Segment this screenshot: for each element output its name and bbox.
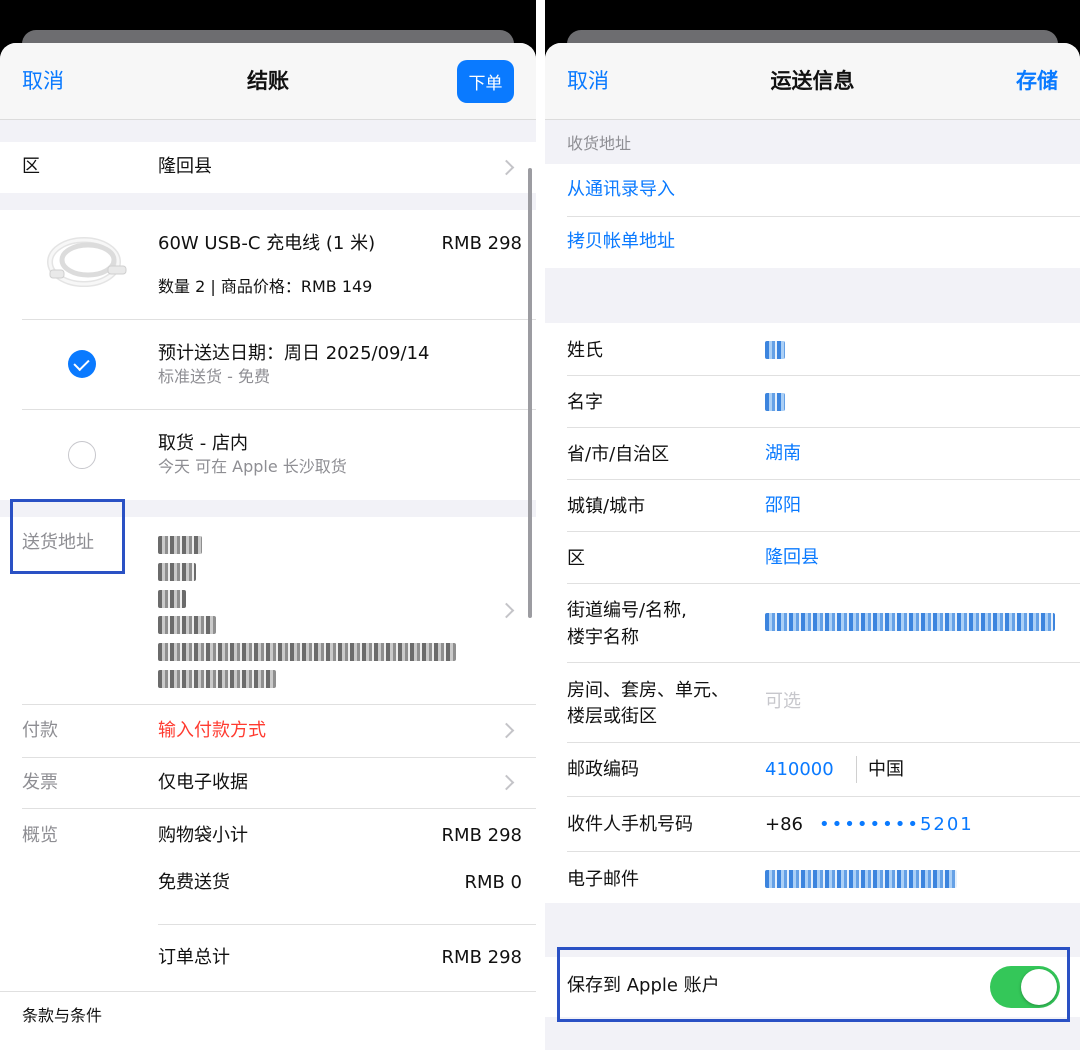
phone-field[interactable]: ••••••••5201 — [819, 812, 974, 838]
scrollbar[interactable] — [528, 168, 532, 618]
redacted-postcode — [158, 670, 276, 688]
shipping-fee-value: RMB 0 — [464, 872, 522, 893]
usb-c-cable-image — [47, 237, 127, 287]
chevron-right-icon — [498, 159, 515, 176]
redacted-name — [158, 536, 202, 554]
email-label: 电子邮件 — [567, 869, 639, 890]
invoice-value: 仅电子收据 — [158, 772, 248, 793]
shipping-nav-bar: 取消 运送信息 存储 — [545, 43, 1080, 120]
pickup-title: 取货 - 店内 — [158, 433, 248, 454]
payment-row[interactable]: 付款 输入付款方式 — [0, 705, 536, 757]
import-section: 从通讯录导入 拷贝帐单地址 — [545, 164, 1080, 268]
shipping-fee-label: 免费送货 — [158, 872, 230, 893]
divider — [567, 796, 1080, 797]
redacted-line — [158, 616, 216, 634]
chevron-right-icon — [498, 602, 515, 619]
divider — [567, 479, 1080, 480]
chevron-right-icon — [498, 722, 515, 739]
city-field[interactable]: 邵阳 — [765, 493, 801, 519]
room-label: 房间、套房、单元、 — [567, 680, 729, 701]
divider — [0, 991, 536, 992]
last-name-field[interactable] — [765, 341, 785, 359]
pickup-option[interactable]: 取货 - 店内 今天 可在 Apple 长沙取货 — [0, 410, 536, 500]
shipping-info-sheet: 取消 运送信息 存储 收货地址 从通讯录导入 拷贝帐单地址 姓氏 名字 省/市/… — [545, 43, 1080, 1050]
redacted-line — [158, 590, 186, 608]
divider — [567, 851, 1080, 852]
country-field[interactable]: 中国 — [868, 757, 904, 783]
district-label: 区 — [22, 156, 40, 177]
highlight-annotation — [10, 499, 125, 574]
divider — [567, 375, 1080, 376]
checkout-nav-bar: 取消 结账 下单 — [0, 43, 536, 120]
product-price: RMB 298 — [441, 233, 522, 254]
payment-label: 付款 — [22, 720, 58, 741]
page-title: 结账 — [247, 69, 289, 93]
total-label: 订单总计 — [158, 947, 230, 968]
standard-delivery-option[interactable]: 预计送达日期：周日 2025/09/14 标准送货 - 免费 — [0, 320, 536, 409]
address-form: 姓氏 名字 省/市/自治区 湖南 城镇/城市 邵阳 区 隆回县 街道编号/名称,… — [545, 323, 1080, 903]
save-button[interactable]: 存储 — [1016, 65, 1058, 97]
redacted-street — [158, 643, 456, 661]
delivery-type: 标准送货 - 免费 — [158, 367, 270, 386]
district-label: 区 — [567, 548, 585, 569]
phone-country-code[interactable]: +86 — [765, 812, 803, 838]
radio-unselected-icon — [68, 441, 96, 469]
invoice-label: 发票 — [22, 772, 58, 793]
order-summary: 概览 购物袋小计 RMB 298 免费送货 RMB 0 订单总计 RMB 298 — [0, 809, 536, 991]
street-field[interactable] — [765, 613, 1055, 631]
invoice-row[interactable]: 发票 仅电子收据 — [0, 758, 536, 808]
postcode-label: 邮政编码 — [567, 759, 639, 780]
floor-label: 楼层或街区 — [567, 706, 657, 727]
subtotal-value: RMB 298 — [441, 825, 522, 846]
pickup-detail: 今天 可在 Apple 长沙取货 — [158, 457, 347, 476]
email-field[interactable] — [765, 870, 957, 888]
province-label: 省/市/自治区 — [567, 444, 670, 465]
panel-divider — [536, 0, 545, 1050]
redacted-line — [158, 563, 196, 581]
first-name-field[interactable] — [765, 393, 785, 411]
divider — [567, 531, 1080, 532]
divider — [158, 924, 536, 925]
page-title: 运送信息 — [770, 69, 855, 93]
room-field[interactable]: 可选 — [765, 689, 801, 715]
divider — [567, 583, 1080, 584]
subtotal-label: 购物袋小计 — [158, 825, 248, 846]
product-quantity: 数量 2 | 商品价格：RMB 149 — [158, 277, 373, 296]
divider — [567, 742, 1080, 743]
total-value: RMB 298 — [441, 947, 522, 968]
divider — [567, 427, 1080, 428]
field-separator — [856, 756, 857, 783]
building-label: 楼宇名称 — [567, 627, 639, 648]
phone-label: 收件人手机号码 — [567, 814, 693, 835]
last-name-label: 姓氏 — [567, 340, 603, 361]
divider — [567, 662, 1080, 663]
product-name: 60W USB-C 充电线 (1 米) — [158, 233, 376, 254]
district-value: 隆回县 — [158, 156, 212, 177]
district-row[interactable]: 区 隆回县 — [0, 142, 536, 193]
street-label: 街道编号/名称, — [567, 600, 687, 621]
payment-method-prompt: 输入付款方式 — [158, 720, 266, 741]
city-label: 城镇/城市 — [567, 496, 646, 517]
summary-label: 概览 — [22, 825, 58, 846]
postcode-field[interactable]: 410000 — [765, 757, 834, 783]
province-field[interactable]: 湖南 — [765, 441, 801, 467]
divider — [567, 216, 1080, 217]
delivery-date: 预计送达日期：周日 2025/09/14 — [158, 343, 430, 364]
chevron-right-icon — [498, 774, 515, 791]
shipping-info-screen: 取消 运送信息 存储 收货地址 从通讯录导入 拷贝帐单地址 姓氏 名字 省/市/… — [545, 0, 1080, 1050]
selected-checkmark-icon — [68, 350, 96, 378]
first-name-label: 名字 — [567, 392, 603, 413]
place-order-button[interactable]: 下单 — [457, 60, 514, 103]
import-contacts-link[interactable]: 从通讯录导入 — [567, 177, 675, 203]
section-header: 收货地址 — [567, 134, 632, 153]
terms-link[interactable]: 条款与条件 — [22, 1005, 102, 1027]
copy-billing-link[interactable]: 拷贝帐单地址 — [567, 229, 675, 255]
highlight-annotation — [557, 947, 1070, 1022]
district-field[interactable]: 隆回县 — [765, 545, 819, 571]
